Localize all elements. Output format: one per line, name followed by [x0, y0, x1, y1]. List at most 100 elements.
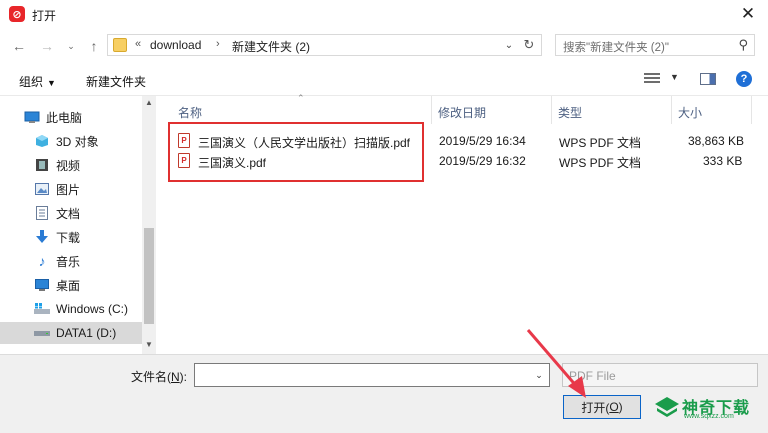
- up-button[interactable]: ↑: [85, 38, 103, 54]
- filetype-select[interactable]: PDF File: [562, 363, 758, 387]
- organize-button[interactable]: 组织 ▼: [19, 73, 56, 90]
- open-button[interactable]: 打开(O): [563, 395, 641, 419]
- forward-button[interactable]: →: [38, 38, 56, 54]
- sidebar-scrollbar-thumb[interactable]: [144, 228, 154, 324]
- filename-dropdown[interactable]: ⌄: [530, 364, 548, 386]
- view-dropdown[interactable]: ▼: [670, 72, 679, 82]
- chevron-down-icon: ⌄: [504, 39, 514, 51]
- filename-label-end: ):: [179, 370, 188, 384]
- sidebar-item-pictures[interactable]: 图片: [34, 178, 158, 200]
- search-placeholder: 搜索"新建文件夹 (2)": [563, 42, 669, 54]
- music-note-icon: ♪: [38, 253, 46, 269]
- document-icon: [34, 206, 50, 220]
- sidebar-item-downloads[interactable]: 下载: [34, 226, 158, 248]
- window-title: 打开: [32, 9, 57, 23]
- sidebar-item-drive-d[interactable]: DATA1 (D:): [0, 322, 142, 344]
- caret-down-icon: ▼: [47, 78, 56, 88]
- chevron-down-icon: ⌄: [67, 40, 75, 51]
- address-bar[interactable]: « download › 新建文件夹 (2) ⌄ ↻: [107, 34, 542, 56]
- arrow-up-icon: ↑: [90, 38, 98, 54]
- search-icon: ⚲: [738, 37, 748, 52]
- sidebar-item-3d-objects[interactable]: 3D 对象: [34, 130, 158, 152]
- column-divider[interactable]: [751, 96, 752, 124]
- sidebar-label: 音乐: [56, 254, 81, 269]
- filename-label-text: 文件名(: [131, 370, 171, 384]
- column-header-date[interactable]: 修改日期: [438, 104, 486, 121]
- navigation-pane: 此电脑 3D 对象 视频 图片 文档 下载 ♪ 音乐 桌面 Windows (C…: [0, 96, 156, 354]
- watermark-logo-icon: [655, 397, 679, 417]
- sidebar-label: 3D 对象: [56, 134, 99, 149]
- open-access-key: O: [609, 400, 619, 414]
- cube-icon: [34, 134, 50, 148]
- open-label-end: ): [618, 400, 623, 414]
- filename-label: 文件名(N):: [131, 368, 187, 385]
- computer-icon: [24, 110, 40, 124]
- scroll-down-icon[interactable]: ▼: [142, 340, 156, 349]
- recent-locations-button[interactable]: ⌄: [62, 38, 80, 54]
- arrow-left-icon: ←: [12, 38, 26, 54]
- address-segment-current[interactable]: 新建文件夹 (2): [232, 38, 310, 55]
- sidebar-label: 此电脑: [46, 110, 83, 125]
- column-header-type[interactable]: 类型: [558, 104, 582, 121]
- sidebar-label: 桌面: [56, 278, 81, 293]
- address-dropdown[interactable]: ⌄: [501, 37, 517, 53]
- sidebar-item-drive-c[interactable]: Windows (C:): [34, 298, 158, 320]
- filename-access-key: N: [171, 370, 180, 384]
- sort-ascending-icon: ⌃: [297, 93, 305, 103]
- filetype-value: PDF File: [569, 369, 616, 383]
- filename-input[interactable]: [194, 363, 550, 387]
- help-icon[interactable]: ?: [736, 71, 752, 87]
- watermark: 神奇下载 www.sqxzz.com: [654, 392, 760, 422]
- view-options-icon[interactable]: [644, 73, 660, 85]
- sidebar-item-documents[interactable]: 文档: [34, 202, 158, 224]
- sidebar-label: 文档: [56, 206, 81, 221]
- preview-pane-icon[interactable]: [700, 73, 716, 85]
- sidebar-label: 下载: [56, 230, 81, 245]
- file-type: WPS PDF 文档: [559, 136, 642, 150]
- back-button[interactable]: ←: [10, 38, 28, 54]
- column-divider[interactable]: [551, 96, 552, 124]
- download-arrow-icon: [34, 230, 50, 244]
- chevron-down-icon: ⌄: [535, 369, 543, 380]
- address-overflow[interactable]: «: [135, 38, 141, 50]
- picture-icon: [34, 182, 50, 196]
- sidebar-item-videos[interactable]: 视频: [34, 154, 158, 176]
- file-size: 333 KB: [703, 154, 743, 168]
- search-input[interactable]: 搜索"新建文件夹 (2)" ⚲: [555, 34, 755, 56]
- watermark-url: www.sqxzz.com: [684, 413, 734, 420]
- column-divider[interactable]: [431, 96, 432, 124]
- windows-drive-icon: [34, 302, 50, 316]
- file-date: 2019/5/29 16:34: [439, 134, 526, 148]
- file-date: 2019/5/29 16:32: [439, 154, 526, 168]
- address-segment-download[interactable]: download: [150, 38, 201, 52]
- sidebar-label: 视频: [56, 158, 81, 173]
- close-button[interactable]: ✕: [736, 3, 760, 25]
- arrow-right-icon: →: [40, 38, 54, 54]
- desktop-icon: [34, 278, 50, 292]
- organize-label: 组织: [19, 75, 44, 89]
- sidebar-label: DATA1 (D:): [56, 326, 117, 340]
- new-folder-button[interactable]: 新建文件夹: [86, 73, 146, 90]
- address-separator[interactable]: ›: [216, 38, 220, 50]
- film-icon: [34, 158, 50, 172]
- refresh-button[interactable]: ↻: [520, 36, 538, 54]
- sidebar-item-desktop[interactable]: 桌面: [34, 274, 158, 296]
- sidebar-item-music[interactable]: ♪ 音乐: [34, 250, 158, 272]
- file-size: 38,863 KB: [688, 134, 745, 148]
- column-header-name[interactable]: 名称: [178, 104, 202, 121]
- refresh-icon: ↻: [523, 37, 535, 52]
- scroll-up-icon[interactable]: ▲: [142, 98, 156, 107]
- column-header-size[interactable]: 大小: [678, 104, 702, 121]
- sidebar-item-this-pc[interactable]: 此电脑: [24, 106, 148, 128]
- sidebar-label: Windows (C:): [56, 302, 129, 316]
- close-icon: ✕: [740, 4, 756, 23]
- folder-icon: [113, 38, 127, 52]
- column-divider[interactable]: [671, 96, 672, 124]
- title-bar: ⊘ 打开 ✕: [0, 0, 768, 30]
- wps-app-icon: ⊘: [9, 6, 25, 22]
- file-type: WPS PDF 文档: [559, 156, 642, 170]
- annotation-highlight-box: [168, 122, 424, 182]
- drive-icon: [34, 326, 50, 340]
- open-label: 打开(: [581, 400, 610, 415]
- sidebar-label: 图片: [56, 182, 81, 197]
